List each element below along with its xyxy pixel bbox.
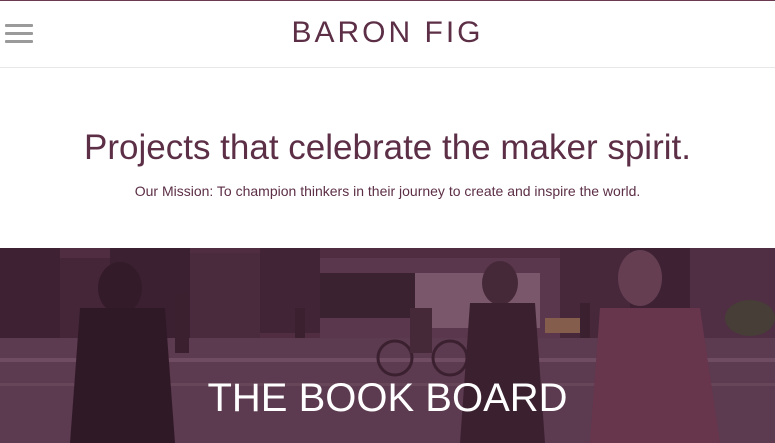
mission-section: Projects that celebrate the maker spirit… — [0, 68, 775, 248]
mission-statement: Our Mission: To champion thinkers in the… — [134, 183, 641, 199]
site-header: BARON FIG — [0, 0, 775, 68]
page: BARON FIG Projects that celebrate the ma… — [0, 0, 775, 443]
hero-title[interactable]: THE BOOK BOARD — [0, 376, 775, 421]
mission-headline: Projects that celebrate the maker spirit… — [84, 128, 691, 167]
hero-banner[interactable]: THE BOOK BOARD — [0, 248, 775, 443]
site-logo[interactable]: BARON FIG — [0, 16, 775, 50]
